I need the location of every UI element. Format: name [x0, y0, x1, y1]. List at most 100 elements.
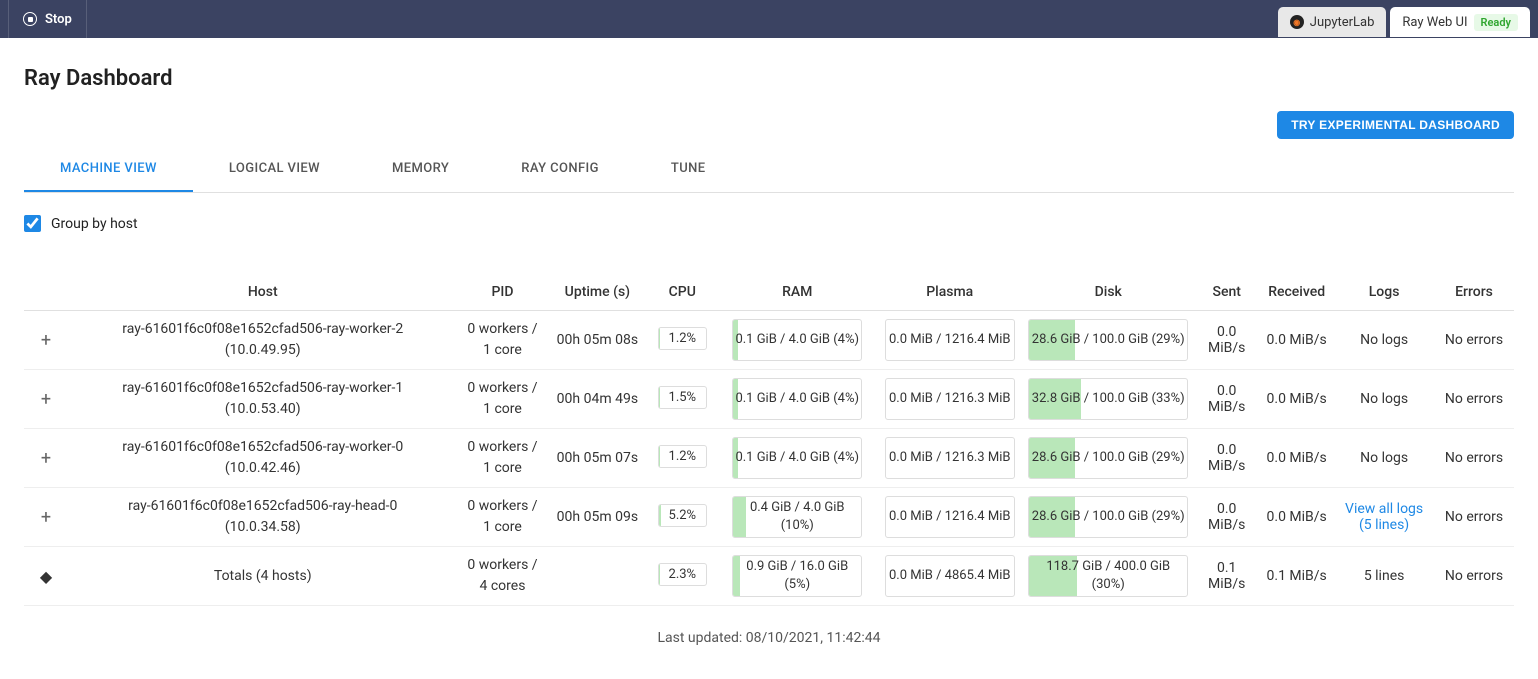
totals-uptime — [547, 547, 647, 606]
logs-cell: No logs — [1334, 311, 1434, 370]
tab-jupyterlab-label: JupyterLab — [1310, 15, 1375, 30]
totals-logs: 5 lines — [1334, 547, 1434, 606]
col-uptime: Uptime (s) — [547, 274, 647, 311]
pid-cell: 0 workers / 1 core — [458, 370, 548, 429]
tab-machine-view[interactable]: MACHINE VIEW — [24, 147, 193, 192]
sent-cell: 0.0 MiB/s — [1194, 311, 1259, 370]
tab-jupyterlab[interactable]: ◉ JupyterLab — [1278, 7, 1387, 37]
table-totals-row: ◆ Totals (4 hosts) 0 workers / 4 cores 2… — [24, 547, 1514, 606]
disk-cell: 28.6 GiB / 100.0 GiB (29%) — [1022, 488, 1194, 547]
stop-button-label: Stop — [45, 12, 72, 27]
last-updated: Last updated: 08/10/2021, 11:42:44 — [24, 606, 1514, 670]
tab-logical-view[interactable]: LOGICAL VIEW — [193, 147, 356, 192]
tab-ray-web-ui[interactable]: Ray Web UI Ready — [1390, 7, 1530, 37]
controls-row: Group by host — [24, 193, 1514, 254]
host-ip: (10.0.34.58) — [74, 517, 452, 538]
stop-icon — [23, 12, 37, 26]
col-errors: Errors — [1434, 274, 1514, 311]
sent-cell: 0.0 MiB/s — [1194, 488, 1259, 547]
uptime-cell: 00h 05m 07s — [547, 429, 647, 488]
host-cell: ray-61601f6c0f08e1652cfad506-ray-worker-… — [68, 311, 458, 370]
host-name: ray-61601f6c0f08e1652cfad506-ray-head-0 — [74, 496, 452, 517]
group-by-host-checkbox[interactable] — [24, 215, 41, 232]
tab-ray-web-ui-label: Ray Web UI — [1402, 15, 1467, 30]
col-pid: PID — [458, 274, 548, 311]
host-name: ray-61601f6c0f08e1652cfad506-ray-worker-… — [74, 378, 452, 399]
ram-cell: 0.4 GiB / 4.0 GiB (10%) — [717, 488, 877, 547]
errors-cell: No errors — [1434, 311, 1514, 370]
totals-disk: 118.7 GiB / 400.0 GiB (30%) — [1022, 547, 1194, 606]
totals-sent: 0.1 MiB/s — [1194, 547, 1259, 606]
received-cell: 0.0 MiB/s — [1259, 311, 1334, 370]
tab-ray-config[interactable]: RAY CONFIG — [485, 147, 635, 192]
totals-cpu: 2.3% — [647, 547, 717, 606]
totals-plasma: 0.0 MiB / 4865.4 MiB — [877, 547, 1022, 606]
plasma-cell: 0.0 MiB / 1216.3 MiB — [877, 370, 1022, 429]
ram-cell: 0.1 GiB / 4.0 GiB (4%) — [717, 311, 877, 370]
col-host: Host — [68, 274, 458, 311]
jupyter-icon: ◉ — [1290, 15, 1304, 29]
cpu-cell: 1.2% — [647, 311, 717, 370]
plasma-cell: 0.0 MiB / 1216.4 MiB — [877, 488, 1022, 547]
expand-row-button[interactable]: + — [32, 385, 60, 413]
col-received: Received — [1259, 274, 1334, 311]
host-name: ray-61601f6c0f08e1652cfad506-ray-worker-… — [74, 319, 452, 340]
ready-badge: Ready — [1474, 14, 1518, 31]
disk-cell: 28.6 GiB / 100.0 GiB (29%) — [1022, 429, 1194, 488]
table-row: + ray-61601f6c0f08e1652cfad506-ray-worke… — [24, 311, 1514, 370]
errors-cell: No errors — [1434, 370, 1514, 429]
uptime-cell: 00h 05m 09s — [547, 488, 647, 547]
sent-cell: 0.0 MiB/s — [1194, 370, 1259, 429]
totals-ram: 0.9 GiB / 16.0 GiB (5%) — [717, 547, 877, 606]
errors-cell: No errors — [1434, 429, 1514, 488]
host-ip: (10.0.42.46) — [74, 458, 452, 479]
disk-cell: 32.8 GiB / 100.0 GiB (33%) — [1022, 370, 1194, 429]
host-cell: ray-61601f6c0f08e1652cfad506-ray-head-0 … — [68, 488, 458, 547]
disk-cell: 28.6 GiB / 100.0 GiB (29%) — [1022, 311, 1194, 370]
top-navbar: Stop ◉ JupyterLab Ray Web UI Ready — [0, 0, 1538, 38]
expand-row-button[interactable]: + — [32, 326, 60, 354]
cpu-cell: 1.2% — [647, 429, 717, 488]
totals-stack-icon: ◆ — [40, 567, 52, 586]
ram-cell: 0.1 GiB / 4.0 GiB (4%) — [717, 429, 877, 488]
tab-tune[interactable]: TUNE — [635, 147, 742, 192]
pid-cell: 0 workers / 1 core — [458, 488, 548, 547]
received-cell: 0.0 MiB/s — [1259, 429, 1334, 488]
group-by-host-label: Group by host — [51, 216, 138, 232]
host-ip: (10.0.49.95) — [74, 340, 452, 361]
top-navbar-right: ◉ JupyterLab Ray Web UI Ready — [1278, 0, 1538, 38]
errors-cell: No errors — [1434, 488, 1514, 547]
stop-button[interactable]: Stop — [8, 0, 87, 38]
uptime-cell: 00h 04m 49s — [547, 370, 647, 429]
cpu-cell: 1.5% — [647, 370, 717, 429]
page-title: Ray Dashboard — [24, 66, 1514, 91]
host-cell: ray-61601f6c0f08e1652cfad506-ray-worker-… — [68, 370, 458, 429]
machines-table: Host PID Uptime (s) CPU RAM Plasma Disk … — [24, 274, 1514, 606]
tab-memory[interactable]: MEMORY — [356, 147, 485, 192]
totals-received: 0.1 MiB/s — [1259, 547, 1334, 606]
uptime-cell: 00h 05m 08s — [547, 311, 647, 370]
plasma-cell: 0.0 MiB / 1216.3 MiB — [877, 429, 1022, 488]
expand-row-button[interactable]: + — [32, 503, 60, 531]
col-ram: RAM — [717, 274, 877, 311]
col-plasma: Plasma — [877, 274, 1022, 311]
try-experimental-dashboard-button[interactable]: TRY EXPERIMENTAL DASHBOARD — [1277, 111, 1514, 139]
totals-errors: No errors — [1434, 547, 1514, 606]
ram-cell: 0.1 GiB / 4.0 GiB (4%) — [717, 370, 877, 429]
logs-cell[interactable]: View all logs (5 lines) — [1334, 488, 1434, 547]
expand-row-button[interactable]: + — [32, 444, 60, 472]
col-sent: Sent — [1194, 274, 1259, 311]
col-expand — [24, 274, 68, 311]
table-row: + ray-61601f6c0f08e1652cfad506-ray-worke… — [24, 429, 1514, 488]
totals-pid: 0 workers / 4 cores — [458, 547, 548, 606]
pid-cell: 0 workers / 1 core — [458, 311, 548, 370]
col-logs: Logs — [1334, 274, 1434, 311]
page-content: Ray Dashboard TRY EXPERIMENTAL DASHBOARD… — [0, 38, 1538, 670]
pid-cell: 0 workers / 1 core — [458, 429, 548, 488]
table-header-row: Host PID Uptime (s) CPU RAM Plasma Disk … — [24, 274, 1514, 311]
nav-tabs: MACHINE VIEW LOGICAL VIEW MEMORY RAY CON… — [24, 147, 1514, 193]
host-cell: ray-61601f6c0f08e1652cfad506-ray-worker-… — [68, 429, 458, 488]
view-logs-link[interactable]: View all logs (5 lines) — [1345, 501, 1423, 533]
received-cell: 0.0 MiB/s — [1259, 370, 1334, 429]
logs-cell: No logs — [1334, 429, 1434, 488]
